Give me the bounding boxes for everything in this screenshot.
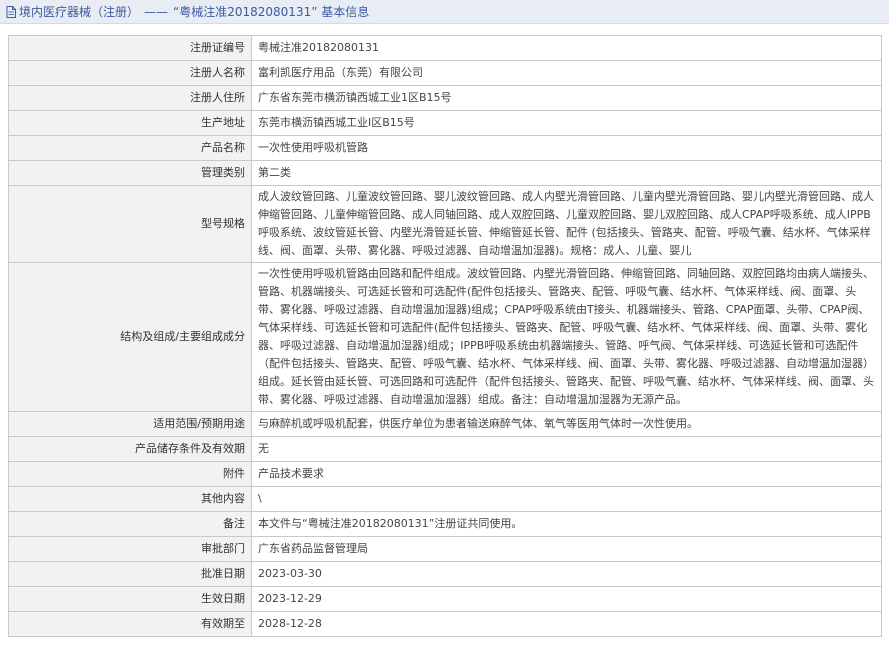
table-row: 备注 本文件与“粤械注准20182080131”注册证共同使用。 — [8, 511, 882, 537]
field-value: 本文件与“粤械注准20182080131”注册证共同使用。 — [251, 511, 882, 537]
field-label: 注册人名称 — [8, 60, 252, 86]
field-value: 广东省东莞市横沥镇西城工业1区B15号 — [251, 85, 882, 111]
title-separator: —— — [144, 4, 169, 19]
field-label: 结构及组成/主要组成成分 — [8, 262, 252, 412]
field-label: 生产地址 — [8, 110, 252, 136]
field-value: 2023-03-30 — [251, 561, 882, 587]
table-row: 其他内容 \ — [8, 486, 882, 512]
page-header: 境内医疗器械（注册） —— “粤械注准20182080131” 基本信息 — [0, 0, 889, 24]
field-label: 备注 — [8, 511, 252, 537]
table-row: 注册人名称 富利凯医疗用品（东莞）有限公司 — [8, 60, 882, 86]
field-label: 生效日期 — [8, 586, 252, 612]
field-label: 注册证编号 — [8, 35, 252, 61]
field-value: 成人波纹管回路、儿童波纹管回路、婴儿波纹管回路、成人内壁光滑管回路、儿童内壁光滑… — [251, 185, 882, 263]
field-label: 批准日期 — [8, 561, 252, 587]
field-value: 2023-12-29 — [251, 586, 882, 612]
table-row: 结构及组成/主要组成成分 一次性使用呼吸机管路由回路和配件组成。波纹管回路、内壁光… — [8, 262, 882, 412]
table-row: 型号规格 成人波纹管回路、儿童波纹管回路、婴儿波纹管回路、成人内壁光滑管回路、儿童… — [8, 185, 882, 263]
field-value: 2028-12-28 — [251, 611, 882, 637]
field-value: \ — [251, 486, 882, 512]
table-row: 生产地址 东莞市横沥镇西城工业I区B15号 — [8, 110, 882, 136]
field-value: 产品技术要求 — [251, 461, 882, 487]
field-label: 型号规格 — [8, 185, 252, 263]
detail-table-container: 注册证编号 粤械注准20182080131 注册人名称 富利凯医疗用品（东莞）有限公司… — [8, 35, 882, 637]
field-label: 审批部门 — [8, 536, 252, 562]
field-value: 广东省药品监督管理局 — [251, 536, 882, 562]
table-row: 批准日期 2023-03-30 — [8, 561, 882, 587]
table-row: 产品名称 一次性使用呼吸机管路 — [8, 135, 882, 161]
field-label: 有效期至 — [8, 611, 252, 637]
document-icon — [6, 5, 16, 18]
field-label: 产品储存条件及有效期 — [8, 436, 252, 462]
field-value: 一次性使用呼吸机管路由回路和配件组成。波纹管回路、内壁光滑管回路、伸缩管回路、同… — [251, 262, 882, 412]
table-row: 附件 产品技术要求 — [8, 461, 882, 487]
field-value: 一次性使用呼吸机管路 — [251, 135, 882, 161]
table-row: 注册人住所 广东省东莞市横沥镇西城工业1区B15号 — [8, 85, 882, 111]
field-value: 与麻醉机或呼吸机配套，供医疗单位为患者输送麻醉气体、氧气等医用气体时一次性使用。 — [251, 411, 882, 437]
field-label: 其他内容 — [8, 486, 252, 512]
table-row: 产品储存条件及有效期无 — [8, 436, 882, 462]
table-row: 有效期至 2028-12-28 — [8, 611, 882, 637]
field-value: 东莞市横沥镇西城工业I区B15号 — [251, 110, 882, 136]
record-title: “粤械注准20182080131” 基本信息 — [173, 5, 370, 19]
detail-table: 注册证编号 粤械注准20182080131 注册人名称 富利凯医疗用品（东莞）有限公司… — [8, 35, 882, 637]
field-label: 注册人住所 — [8, 85, 252, 111]
table-row: 注册证编号 粤械注准20182080131 — [8, 35, 882, 61]
table-row: 生效日期 2023-12-29 — [8, 586, 882, 612]
table-row: 审批部门 广东省药品监督管理局 — [8, 536, 882, 562]
field-value: 无 — [251, 436, 882, 462]
table-row: 适用范围/预期用途 与麻醉机或呼吸机配套，供医疗单位为患者输送麻醉气体、氧气等医用… — [8, 411, 882, 437]
field-label: 管理类别 — [8, 160, 252, 186]
section-title: 境内医疗器械（注册） — [19, 5, 140, 19]
field-value: 富利凯医疗用品（东莞）有限公司 — [251, 60, 882, 86]
field-value: 第二类 — [251, 160, 882, 186]
field-label: 附件 — [8, 461, 252, 487]
field-value: 粤械注准20182080131 — [251, 35, 882, 61]
field-label: 适用范围/预期用途 — [8, 411, 252, 437]
table-row: 管理类别 第二类 — [8, 160, 882, 186]
field-label: 产品名称 — [8, 135, 252, 161]
